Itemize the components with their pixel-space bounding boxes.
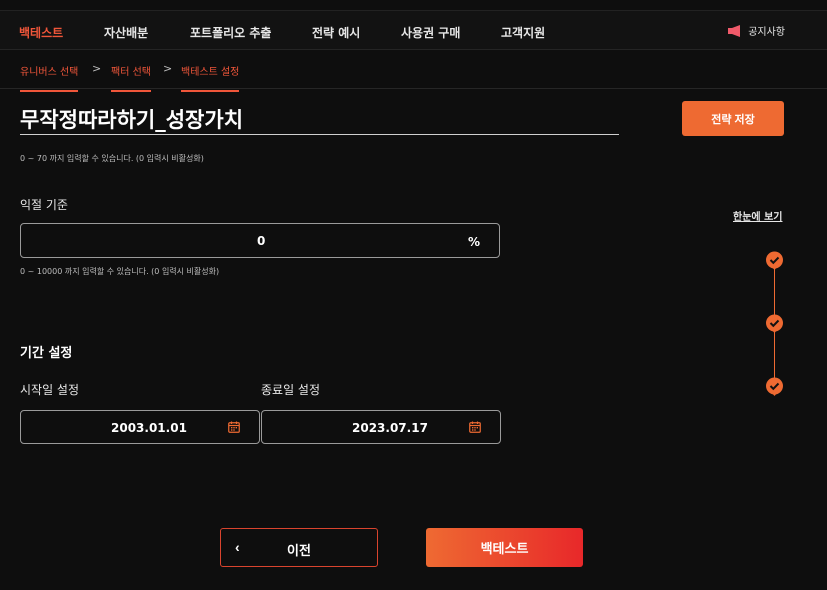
take-profit-unit: % xyxy=(468,235,481,249)
start-date-value: 2003.01.01 xyxy=(111,421,187,435)
nav-item-asset-allocation[interactable]: 자산배분 xyxy=(104,24,148,41)
run-backtest-button[interactable]: 백테스트 xyxy=(426,528,583,567)
end-date-value: 2023.07.17 xyxy=(352,421,428,435)
take-profit-hint: 0 ~ 10000 까지 입력할 수 있습니다. (0 입력시 비활성화) xyxy=(20,267,220,276)
breadcrumb-step-backtest-settings[interactable]: 백테스트 설정 xyxy=(181,63,240,92)
breadcrumb-step-universe[interactable]: 유니버스 선택 xyxy=(20,63,79,92)
megaphone-icon xyxy=(728,24,741,37)
strategy-name-input[interactable]: 무작정따라하기_성장가치 xyxy=(20,104,243,134)
breadcrumb: 유니버스 선택 > 팩터 선택 > 백테스트 설정 xyxy=(0,51,827,92)
breadcrumb-separator: > xyxy=(92,62,102,75)
notice-link[interactable]: 공지사항 xyxy=(728,23,785,38)
previous-button[interactable]: ‹ 이전 xyxy=(220,528,378,567)
nav-item-strategy-examples[interactable]: 전략 예시 xyxy=(312,24,360,41)
top-navigation: 백테스트 자산배분 포트폴리오 추출 전략 예시 사용권 구매 고객지원 공지사… xyxy=(0,10,827,50)
calendar-icon[interactable] xyxy=(469,421,481,433)
take-profit-input[interactable]: 0 % xyxy=(20,223,500,258)
breadcrumb-separator: > xyxy=(163,62,173,75)
nav-item-purchase-license[interactable]: 사용권 구매 xyxy=(401,24,460,41)
nav-item-backtest[interactable]: 백테스트 xyxy=(19,24,63,41)
overview-link[interactable]: 한눈에 보기 xyxy=(733,208,782,223)
take-profit-label: 익절 기준 xyxy=(20,198,68,212)
notice-label: 공지사항 xyxy=(748,27,785,38)
start-date-label: 시작일 설정 xyxy=(20,383,80,397)
nav-item-portfolio-extract[interactable]: 포트폴리오 추출 xyxy=(190,24,271,41)
check-icon xyxy=(766,251,783,270)
check-icon xyxy=(766,314,783,333)
take-profit-value: 0 xyxy=(257,234,266,248)
strategy-name-hint: 0 ~ 70 까지 입력할 수 있습니다. (0 입력시 비활성화) xyxy=(20,154,204,163)
previous-button-label: 이전 xyxy=(287,543,311,558)
breadcrumb-step-factor[interactable]: 팩터 선택 xyxy=(111,63,151,92)
start-date-field[interactable]: 2003.01.01 xyxy=(20,410,260,444)
calendar-icon[interactable] xyxy=(228,421,240,433)
end-date-field[interactable]: 2023.07.17 xyxy=(261,410,501,444)
check-icon xyxy=(766,377,783,396)
end-date-label: 종료일 설정 xyxy=(261,383,321,397)
nav-item-customer-support[interactable]: 고객지원 xyxy=(501,24,545,41)
period-section-title: 기간 설정 xyxy=(20,346,73,361)
save-strategy-button[interactable]: 전략 저장 xyxy=(682,101,784,136)
strategy-name-underline xyxy=(20,134,619,135)
